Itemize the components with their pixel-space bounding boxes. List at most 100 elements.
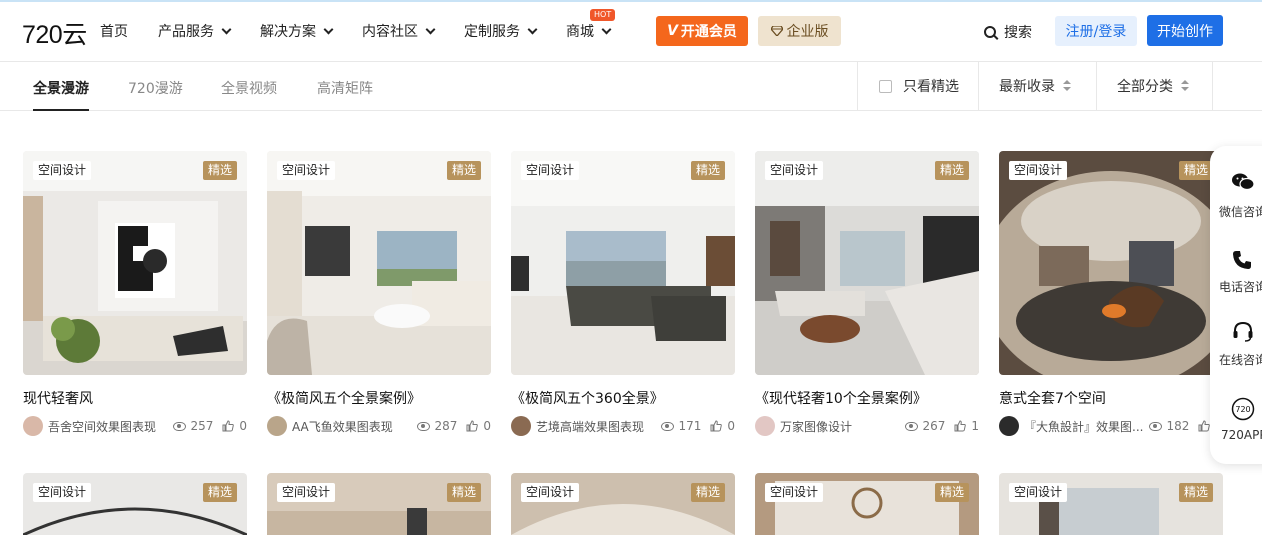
nav-solutions-label: 解决方案	[260, 24, 316, 40]
tab-panorama-video[interactable]: 全景视频	[221, 78, 277, 98]
like-icon[interactable]	[1198, 420, 1211, 432]
search-label: 搜索	[1004, 25, 1032, 41]
online-consult-label: 在线咨询	[1219, 353, 1262, 367]
hot-badge: HOT	[590, 9, 616, 21]
card-thumbnail[interactable]: 空间设计 精选	[267, 151, 491, 375]
start-creating-button[interactable]: 开始创作	[1147, 15, 1223, 46]
gallery-card[interactable]: 空间设计 精选	[23, 473, 247, 535]
author-name[interactable]: 吾舍空间效果图表现	[48, 418, 167, 435]
like-icon[interactable]	[466, 420, 479, 432]
tab-720-tour[interactable]: 720漫游	[128, 78, 183, 98]
category-tag: 空间设计	[765, 483, 824, 502]
tab-hd-matrix[interactable]: 高清矩阵	[317, 78, 373, 98]
card-title[interactable]: 《现代轻奢10个全景案例》	[755, 388, 979, 408]
gallery-card[interactable]: 空间设计 精选 意式全套7个空间 『大魚設計』效果图... 182 0	[999, 151, 1223, 436]
author-avatar[interactable]	[267, 416, 287, 436]
category-tag: 空间设计	[277, 161, 336, 180]
nav-store[interactable]: 商城 HOT	[566, 9, 616, 41]
category-tag: 空间设计	[765, 161, 824, 180]
card-thumbnail[interactable]: 空间设计 精选	[999, 473, 1223, 535]
sort-dropdown[interactable]: 最新收录	[978, 62, 1096, 110]
category-tag: 空间设计	[521, 483, 580, 502]
author-name[interactable]: 艺境高端效果图表现	[536, 418, 655, 435]
gallery-card[interactable]: 空间设计 精选	[511, 473, 735, 535]
nav-products-label: 产品服务	[158, 24, 214, 40]
card-thumbnail[interactable]: 空间设计 精选	[511, 473, 735, 535]
nav-community[interactable]: 内容社区	[362, 21, 436, 41]
category-tag: 空间设计	[33, 161, 92, 180]
eye-icon	[661, 421, 675, 431]
category-dropdown[interactable]: 全部分类	[1096, 62, 1213, 110]
svg-text:720: 720	[1235, 405, 1250, 414]
search-icon	[984, 26, 996, 38]
gallery-card[interactable]: 空间设计 精选	[755, 473, 979, 535]
nav-home[interactable]: 首页	[100, 21, 128, 41]
card-thumbnail[interactable]: 空间设计 精选	[511, 151, 735, 375]
phone-icon	[1233, 251, 1251, 269]
featured-only-checkbox[interactable]	[879, 79, 892, 93]
category-tag: 空间设计	[1009, 161, 1068, 180]
category-tag: 空间设计	[277, 483, 336, 502]
author-name[interactable]: AA飞鱼效果图表现	[292, 418, 411, 435]
like-count: 0	[727, 419, 735, 433]
top-navigation-bar: 720云 首页 产品服务 解决方案 内容社区 定制服务 商城 HOT V 开通会员 …	[0, 0, 1262, 62]
vip-button-label: 开通会员	[680, 24, 737, 40]
author-name[interactable]: 『大魚設計』效果图...	[1024, 418, 1143, 435]
eye-icon	[173, 421, 187, 431]
view-count: 287	[434, 419, 458, 433]
card-thumbnail[interactable]: 空间设计 精选	[755, 151, 979, 375]
card-meta: 万家图像设计 267 1	[755, 416, 979, 436]
author-avatar[interactable]	[755, 416, 775, 436]
room-image	[267, 151, 491, 375]
nav-solutions[interactable]: 解决方案	[260, 21, 334, 41]
category-tag: 空间设计	[1009, 483, 1068, 502]
eye-icon	[905, 421, 919, 431]
view-count: 171	[678, 419, 702, 433]
featured-badge: 精选	[446, 483, 481, 502]
author-name[interactable]: 万家图像设计	[780, 418, 899, 435]
sort-label: 最新收录	[999, 79, 1055, 95]
like-count: 0	[239, 419, 247, 433]
gallery-card[interactable]: 空间设计 精选 《极简风五个360全景》 艺境高端效果图表现 171 0	[511, 151, 735, 436]
contact-sidebar: 微信咨询 电话咨询 在线咨询 720 720APP	[1210, 146, 1262, 464]
card-thumbnail[interactable]: 空间设计 精选	[755, 473, 979, 535]
card-thumbnail[interactable]: 空间设计 精选	[23, 151, 247, 375]
app-icon: 720	[1231, 397, 1255, 421]
card-title[interactable]: 意式全套7个空间	[999, 388, 1223, 408]
enterprise-button[interactable]: 企业版	[758, 16, 841, 46]
author-avatar[interactable]	[999, 416, 1019, 436]
card-title[interactable]: 《极简风五个360全景》	[511, 388, 735, 408]
card-meta: 『大魚設計』效果图... 182 0	[999, 416, 1223, 436]
search-button[interactable]: 搜索	[984, 22, 1032, 42]
eye-icon	[417, 421, 431, 431]
like-icon[interactable]	[710, 420, 723, 432]
headset-icon	[1233, 321, 1253, 342]
gallery-card[interactable]: 空间设计 精选	[267, 473, 491, 535]
vip-icon: V	[667, 23, 678, 39]
featured-only-filter[interactable]: 只看精选	[857, 62, 978, 110]
card-thumbnail[interactable]: 空间设计 精选	[999, 151, 1223, 375]
room-image	[999, 151, 1223, 375]
view-count: 267	[922, 419, 946, 433]
category-label: 全部分类	[1117, 79, 1173, 95]
author-avatar[interactable]	[511, 416, 531, 436]
category-tag: 空间设计	[521, 161, 580, 180]
vip-button[interactable]: V 开通会员	[656, 16, 748, 46]
gallery-card[interactable]: 空间设计 精选	[999, 473, 1223, 535]
gallery-card[interactable]: 空间设计 精选 《极简风五个全景案例》 AA飞鱼效果图表现 287 0	[267, 151, 491, 436]
nav-custom-service[interactable]: 定制服务	[464, 21, 538, 41]
nav-products[interactable]: 产品服务	[158, 21, 232, 41]
featured-badge: 精选	[1178, 483, 1213, 502]
tab-panorama-tour[interactable]: 全景漫游	[33, 78, 89, 111]
login-register-button[interactable]: 注册/登录	[1055, 16, 1137, 46]
site-logo[interactable]: 720云	[22, 15, 87, 51]
card-title[interactable]: 《极简风五个全景案例》	[267, 388, 491, 408]
card-title[interactable]: 现代轻奢风	[23, 388, 247, 408]
card-thumbnail[interactable]: 空间设计 精选	[267, 473, 491, 535]
like-icon[interactable]	[222, 420, 235, 432]
card-thumbnail[interactable]: 空间设计 精选	[23, 473, 247, 535]
like-icon[interactable]	[954, 420, 967, 432]
gallery-card[interactable]: 空间设计 精选 现代轻奢风 吾舍空间效果图表现 257 0	[23, 151, 247, 436]
author-avatar[interactable]	[23, 416, 43, 436]
gallery-card[interactable]: 空间设计 精选 《现代轻奢10个全景案例》 万家图像设计 267 1	[755, 151, 979, 436]
